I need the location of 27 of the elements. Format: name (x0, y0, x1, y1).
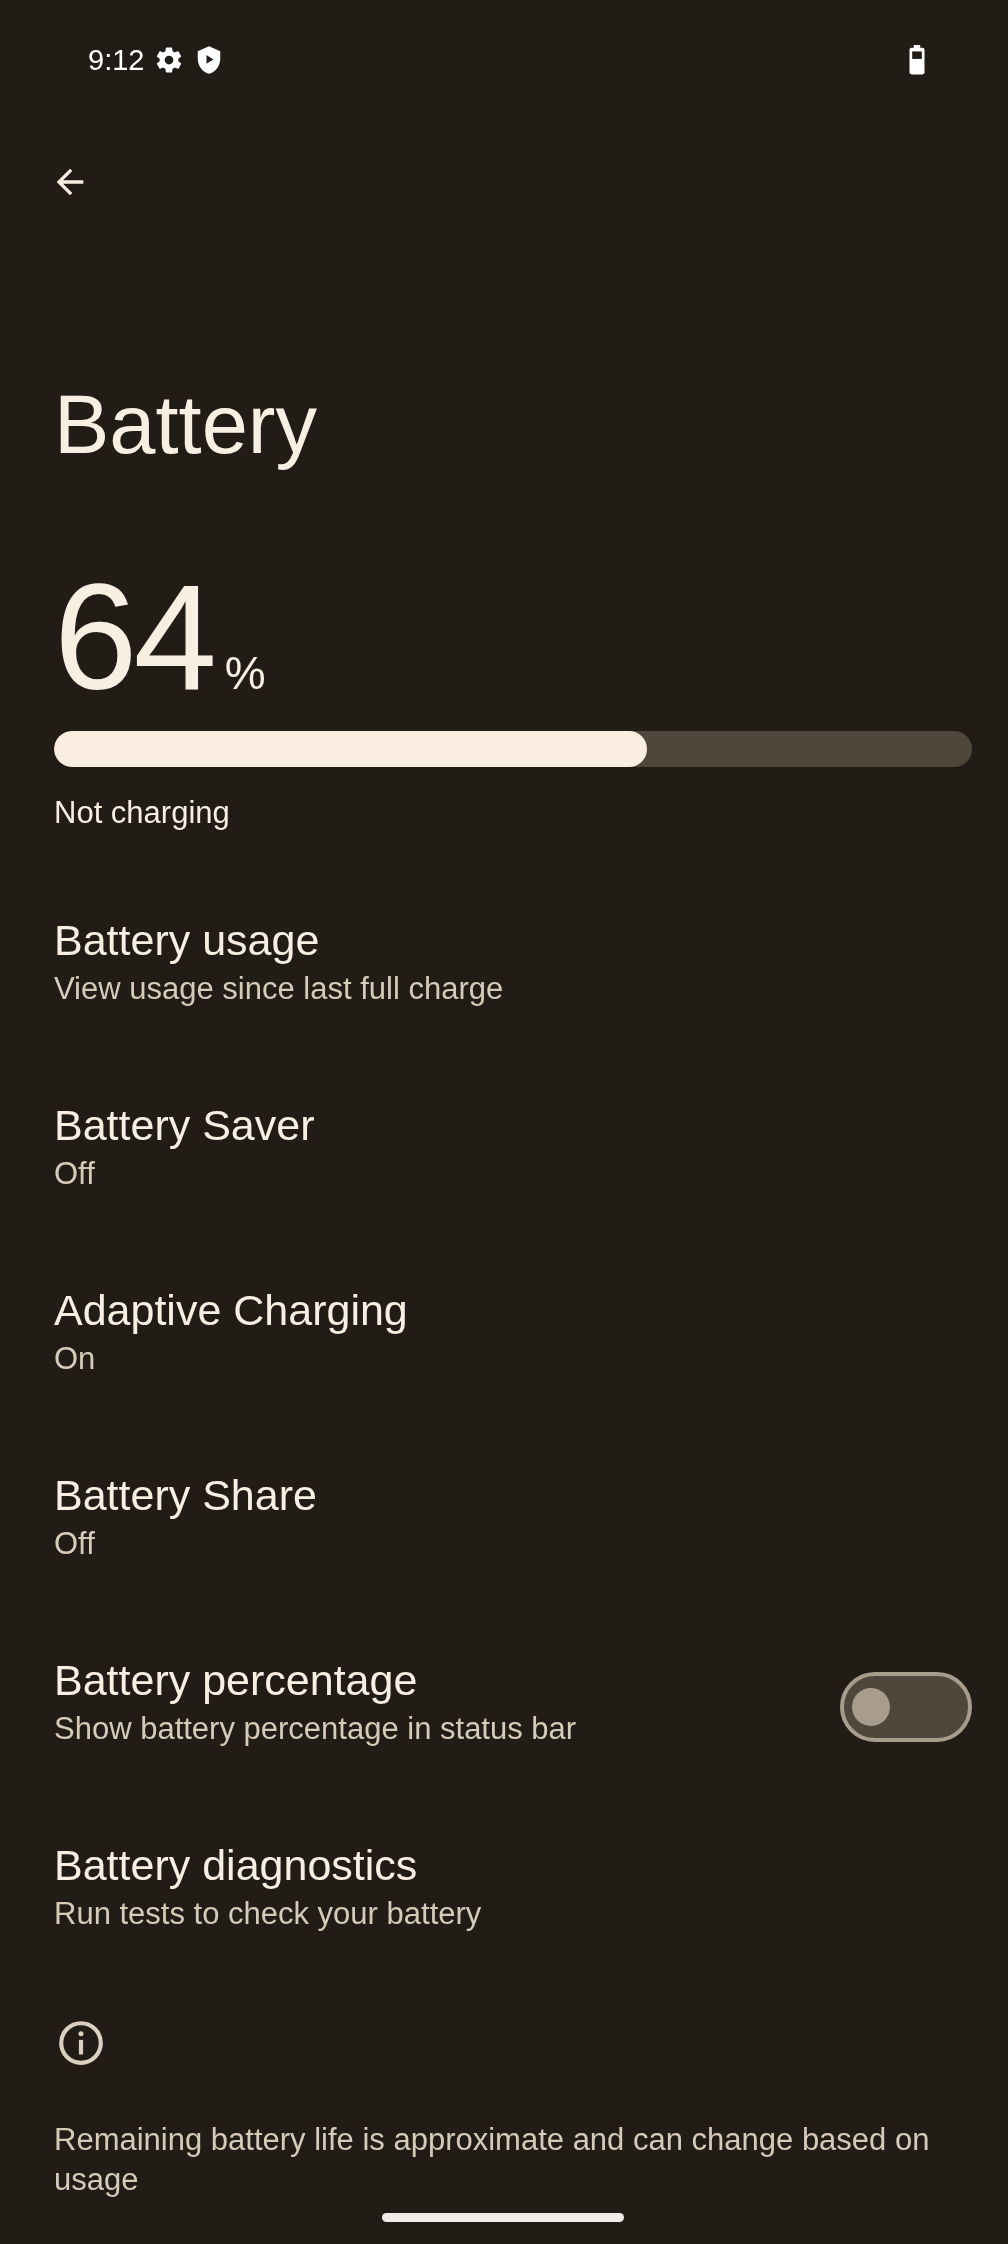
item-summary: Show battery percentage in status bar (54, 1710, 577, 1748)
item-title: Battery diagnostics (54, 1840, 419, 1891)
percent-sign: % (224, 646, 266, 700)
item-summary: Off (54, 1155, 96, 1193)
item-title: Adaptive Charging (54, 1285, 408, 1336)
item-title: Battery Saver (54, 1100, 315, 1151)
item-title: Battery percentage (54, 1655, 419, 1706)
page-title: Battery (54, 377, 318, 473)
info-icon (56, 2018, 106, 2068)
navigation-handle[interactable] (382, 2213, 624, 2222)
battery-percent: 64 (54, 572, 213, 702)
settings-item[interactable]: Adaptive Charging On (54, 1282, 972, 1467)
settings-item[interactable]: Battery usage View usage since last full charge (54, 912, 972, 1097)
settings-item[interactable]: Battery Share Off (54, 1467, 972, 1652)
item-summary: Off (54, 1525, 96, 1563)
settings-item[interactable]: Battery diagnostics Run tests to check your battery (54, 1837, 972, 2022)
item-summary: View usage since last full charge (54, 970, 504, 1008)
status-time: 9:12 (88, 43, 145, 77)
settings-item[interactable]: Battery percentage Show battery percentage in status bar (54, 1652, 972, 1837)
item-title: Battery usage (54, 915, 321, 966)
battery-icon (908, 45, 926, 75)
charging-status: Not charging (54, 795, 231, 831)
item-title: Battery Share (54, 1470, 317, 1521)
footer-note: Remaining battery life is approximate and can change based on usage (54, 2121, 931, 2199)
item-summary: On (54, 1340, 97, 1378)
settings-item[interactable]: Battery Saver Off (54, 1097, 972, 1282)
item-summary: Run tests to check your battery (54, 1895, 482, 1933)
